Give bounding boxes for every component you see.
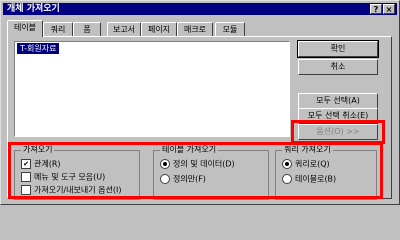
highlight-frame-import-options <box>8 142 383 199</box>
tab-modules[interactable]: 모듈 <box>215 22 245 36</box>
object-listbox[interactable]: T-회원자료 <box>14 41 290 137</box>
tab-forms[interactable]: 폼 <box>73 22 101 36</box>
tab-reports[interactable]: 보고서 <box>107 22 141 36</box>
title-bar: 개체 가져오기 ? × <box>3 3 397 15</box>
select-all-button[interactable]: 모두 선택(A) <box>298 93 378 109</box>
tab-queries[interactable]: 쿼리 <box>43 22 73 36</box>
tab-macros[interactable]: 매크로 <box>177 22 213 36</box>
close-button[interactable]: × <box>383 4 395 14</box>
tab-tables[interactable]: 테이블 <box>7 20 43 37</box>
cancel-button[interactable]: 취소 <box>298 59 378 75</box>
list-item[interactable]: T-회원자료 <box>17 43 60 54</box>
help-button[interactable]: ? <box>370 4 382 14</box>
tab-pages[interactable]: 페이지 <box>141 22 177 36</box>
import-objects-dialog: 개체 가져오기 ? × 테이블 쿼리 폼 보고서 페이지 매크로 모듈 T-회원… <box>0 0 400 205</box>
highlight-frame-options <box>291 120 385 144</box>
window-title: 개체 가져오기 <box>7 4 60 14</box>
ok-button[interactable]: 확인 <box>297 40 379 58</box>
